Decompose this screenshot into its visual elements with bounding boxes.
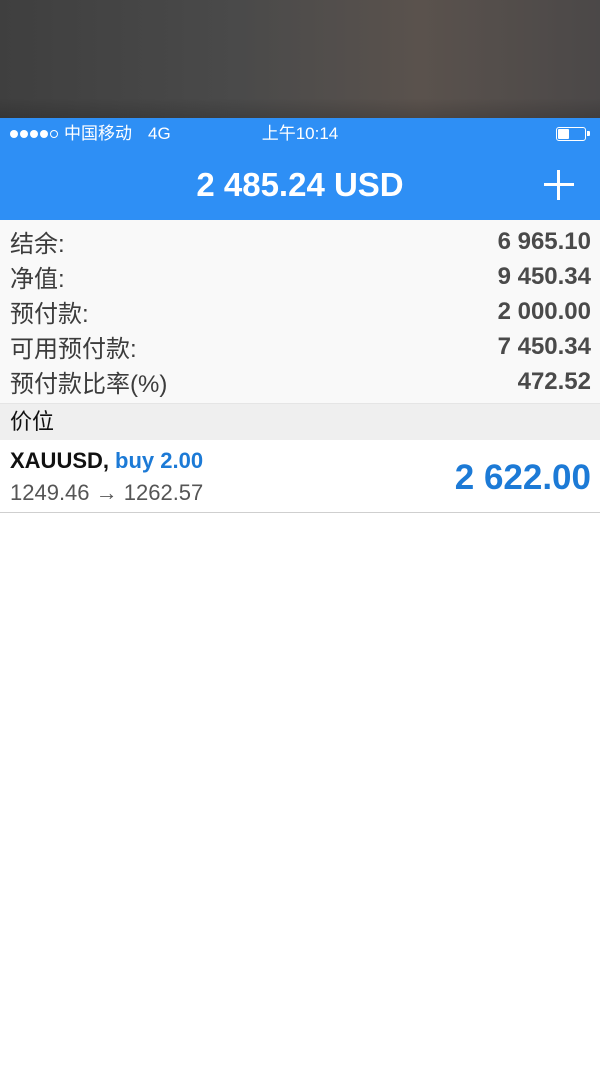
position-symbol: XAUUSD, [10, 448, 110, 473]
summary-value: 9 450.34 [497, 262, 591, 290]
balance-title: 2 485.24 USD [196, 166, 404, 203]
position-row[interactable]: XAUUSD, buy 2.00 1249.46 → 1262.57 2 622.… [0, 440, 600, 513]
summary-row-margin-level: 预付款比率(%) 472.52 [0, 364, 600, 399]
summary-label: 净值: [10, 266, 65, 293]
summary-label: 预付款: [10, 301, 89, 328]
summary-row-balance: 结余: 6 965.10 [0, 224, 600, 259]
summary-value: 6 965.10 [497, 227, 591, 255]
summary-row-free-margin: 可用预付款: 7 450.34 [0, 329, 600, 364]
app-screen: 中国移动 4G 上午10:14 2 485.24 USD 结余: 6 965.1… [0, 118, 600, 513]
battery-icon [556, 127, 590, 141]
summary-value: 472.52 [517, 367, 591, 395]
positions-section-header: 价位 [0, 404, 600, 440]
summary-label: 结余: [10, 231, 65, 258]
battery-level [558, 129, 570, 139]
plus-icon[interactable] [542, 168, 576, 202]
summary-label: 预付款比率(%) [10, 371, 168, 398]
position-prices: 1249.46 → 1262.57 [10, 480, 204, 505]
top-bar: 中国移动 4G 上午10:14 2 485.24 USD [0, 118, 600, 220]
position-side: buy 2.00 [115, 448, 204, 473]
summary-label: 可用预付款: [10, 336, 137, 363]
summary-value: 2 000.00 [497, 297, 591, 325]
position-title: XAUUSD, buy 2.00 [10, 448, 203, 474]
account-summary: 结余: 6 965.10 净值: 9 450.34 预付款: 2 000.00 … [0, 220, 600, 404]
background-photo [0, 0, 600, 118]
position-profit: 2 622.00 [454, 458, 591, 497]
nav-bar: 2 485.24 USD [0, 150, 600, 220]
status-bar: 中国移动 4G 上午10:14 [0, 118, 600, 150]
summary-value: 7 450.34 [497, 332, 591, 360]
summary-row-margin: 预付款: 2 000.00 [0, 294, 600, 329]
status-time: 上午10:14 [261, 124, 339, 143]
summary-row-equity: 净值: 9 450.34 [0, 259, 600, 294]
